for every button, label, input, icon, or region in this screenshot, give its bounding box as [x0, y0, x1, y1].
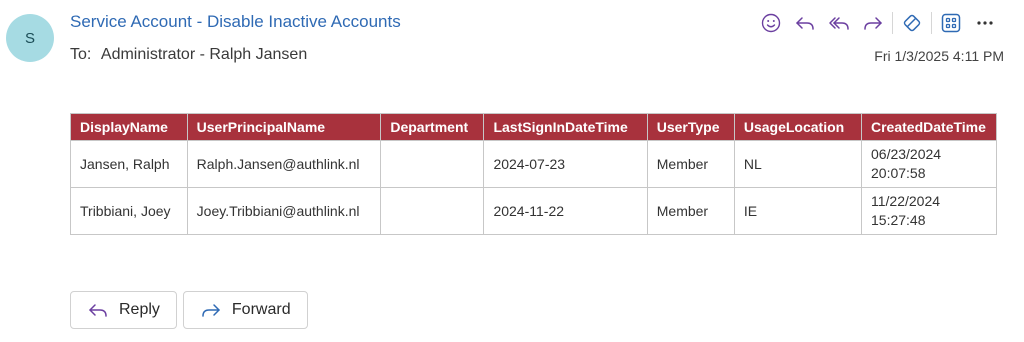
forward-icon: [864, 17, 882, 30]
table-cell: [380, 187, 485, 235]
table-row: Tribbiani, Joey Joey.Tribbiani@authlink.…: [70, 187, 997, 235]
column-header: UsageLocation: [733, 113, 863, 141]
message-subject: Service Account - Disable Inactive Accou…: [70, 12, 401, 31]
table-cell: 2024-11-22: [483, 187, 648, 235]
forward-toolbar-button[interactable]: [856, 8, 890, 38]
forward-label: Forward: [231, 301, 291, 318]
table-cell: IE: [733, 187, 863, 235]
table-cell: [380, 140, 485, 188]
table-cell: 11/22/2024 15:27:48: [861, 187, 997, 235]
to-label: To:: [70, 46, 92, 63]
toolbar-separator: [931, 12, 932, 34]
avatar-initial: S: [24, 29, 35, 47]
toolbar-separator: [892, 12, 893, 34]
column-header: LastSignInDateTime: [483, 113, 648, 141]
recipient-line: To: Administrator - Ralph Jansen: [70, 46, 307, 64]
table-cell: Ralph.Jansen@authlink.nl: [186, 140, 382, 188]
forward-icon: [200, 300, 222, 320]
sender-avatar[interactable]: S: [6, 14, 54, 62]
table-cell: 2024-07-23: [483, 140, 648, 188]
column-header: UserPrincipalName: [186, 113, 382, 141]
recipient-name[interactable]: Administrator - Ralph Jansen: [101, 46, 307, 63]
table-row: Jansen, Ralph Ralph.Jansen@authlink.nl 2…: [70, 140, 997, 188]
table-cell: NL: [733, 140, 863, 188]
message-toolbar: [754, 8, 1002, 38]
accounts-table: DisplayName UserPrincipalName Department…: [70, 113, 997, 235]
more-icon: [977, 21, 993, 25]
reply-label: Reply: [119, 301, 160, 318]
table-cell: 06/23/2024 20:07:58: [861, 140, 997, 188]
column-header: CreatedDateTime: [861, 113, 997, 141]
table-cell: Member: [646, 140, 735, 188]
sent-date: Fri 1/3/2025 4:11 PM: [874, 48, 1004, 64]
table-cell: Tribbiani, Joey: [70, 187, 188, 235]
reply-icon: [87, 300, 109, 320]
table-cell: Joey.Tribbiani@authlink.nl: [186, 187, 382, 235]
apps-icon: [941, 13, 961, 33]
reply-button[interactable]: Reply: [70, 291, 177, 329]
column-header: DisplayName: [70, 113, 188, 141]
table-cell: Member: [646, 187, 735, 235]
immersive-reader-button[interactable]: [895, 8, 929, 38]
reply-toolbar-button[interactable]: [788, 8, 822, 38]
immersive-reader-icon: [903, 14, 921, 32]
more-actions-button[interactable]: [968, 8, 1002, 38]
table-cell: Jansen, Ralph: [70, 140, 188, 188]
apps-button[interactable]: [934, 8, 968, 38]
react-button[interactable]: [754, 8, 788, 38]
table-header-row: DisplayName UserPrincipalName Department…: [70, 113, 997, 141]
reply-icon: [796, 17, 814, 30]
column-header: UserType: [646, 113, 735, 141]
reply-all-icon: [829, 17, 849, 30]
forward-button[interactable]: Forward: [182, 291, 308, 329]
column-header: Department: [380, 113, 485, 141]
reply-actions: Reply Forward: [70, 291, 308, 329]
smiley-icon: [761, 13, 781, 33]
reply-all-toolbar-button[interactable]: [822, 8, 856, 38]
